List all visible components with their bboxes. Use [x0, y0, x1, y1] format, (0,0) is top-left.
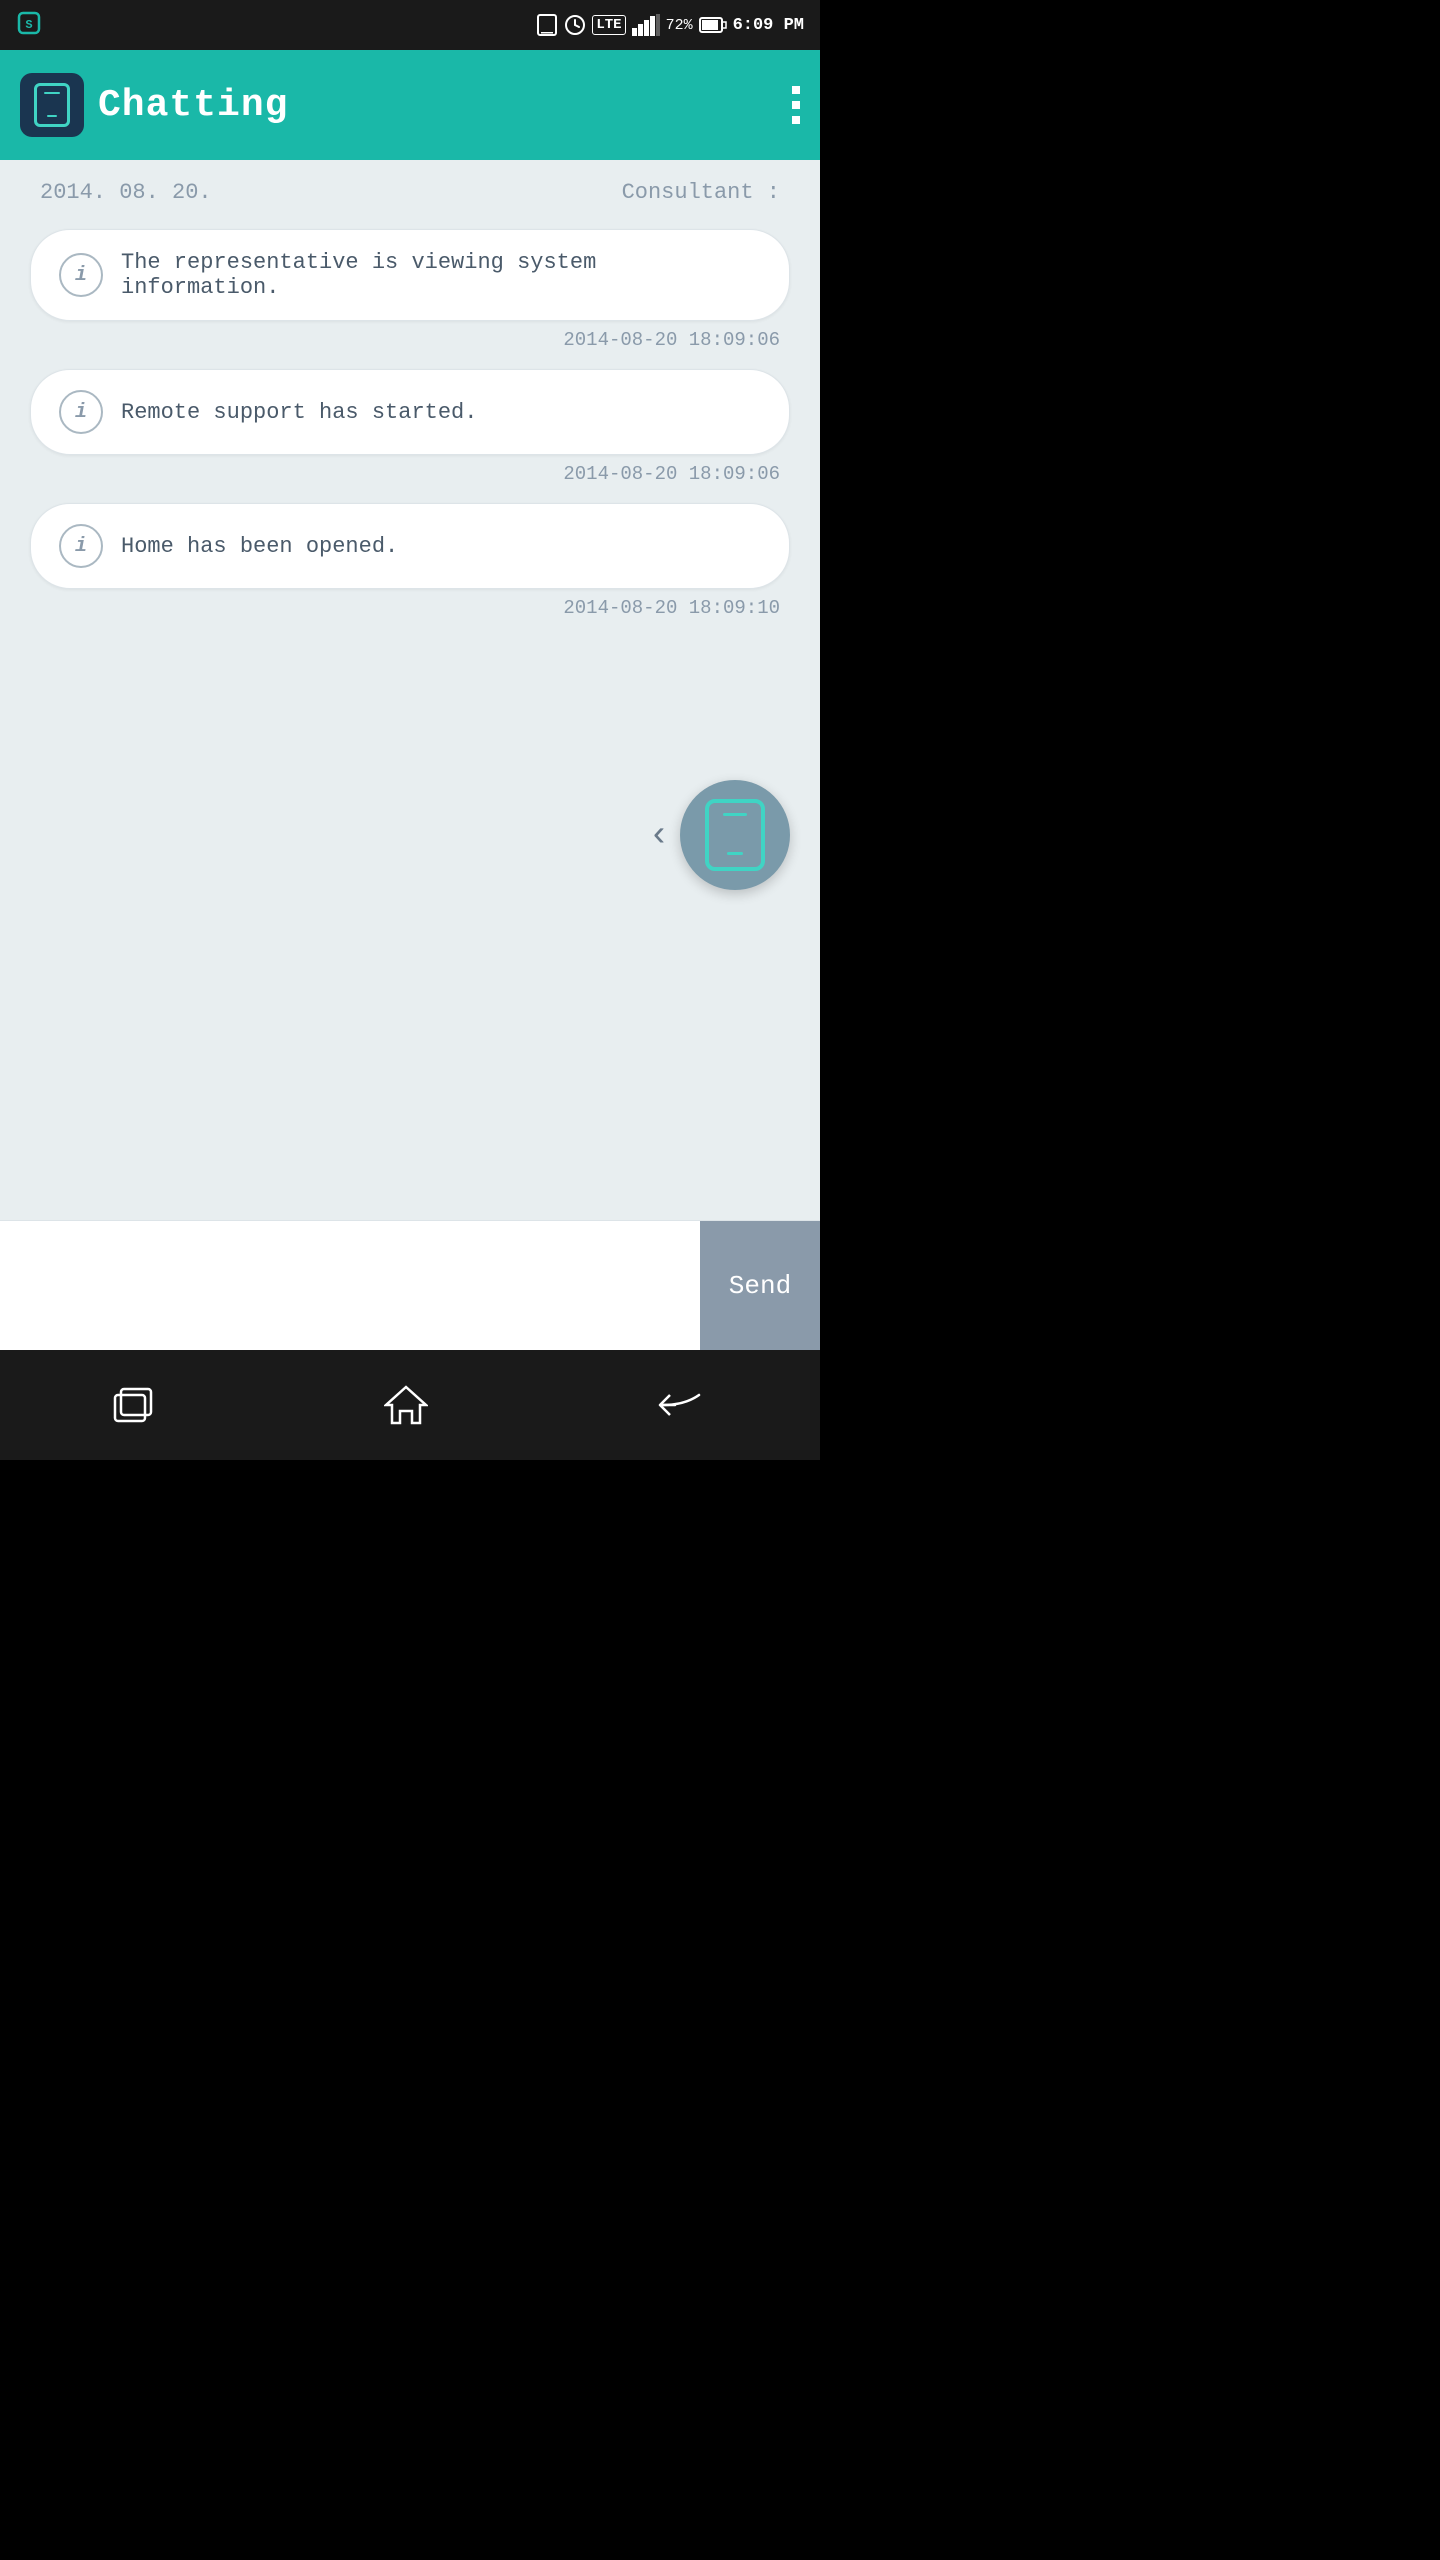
back-button[interactable]	[655, 1387, 707, 1423]
floating-action-area: ‹	[648, 780, 790, 890]
logo-phone-icon	[34, 83, 70, 127]
message-text-3: Home has been opened.	[121, 534, 398, 559]
recents-button[interactable]	[113, 1387, 157, 1423]
message-text-1: The representative is viewing system inf…	[121, 250, 761, 300]
chat-date-row: 2014. 08. 20. Consultant :	[30, 180, 790, 205]
app-logo	[20, 73, 84, 137]
clock-time: 6:09 PM	[733, 16, 804, 35]
timestamp-2: 2014-08-20 18:09:06	[30, 463, 790, 485]
message-item: i Remote support has started. 2014-08-20…	[30, 369, 790, 485]
timestamp-1: 2014-08-20 18:09:06	[30, 329, 790, 351]
chat-bubble-3: i Home has been opened.	[30, 503, 790, 589]
chat-date: 2014. 08. 20.	[40, 180, 212, 205]
lte-label: LTE	[592, 15, 625, 35]
info-icon-2: i	[59, 390, 103, 434]
message-text-2: Remote support has started.	[121, 400, 477, 425]
nav-bar	[0, 1350, 820, 1460]
message-item: i The representative is viewing system i…	[30, 229, 790, 351]
message-input[interactable]	[0, 1221, 700, 1350]
status-bar: S LTE 72% 6:09 PM	[0, 0, 820, 50]
timestamp-3: 2014-08-20 18:09:10	[30, 597, 790, 619]
info-icon-1: i	[59, 253, 103, 297]
home-button[interactable]	[384, 1383, 428, 1427]
app-header: Chatting	[0, 50, 820, 160]
info-icon-3: i	[59, 524, 103, 568]
status-icons: LTE 72% 6:09 PM	[536, 14, 804, 36]
send-button[interactable]: Send	[700, 1221, 820, 1350]
more-options-button[interactable]	[792, 86, 800, 124]
collapse-button[interactable]: ‹	[648, 815, 670, 856]
chat-bubble-2: i Remote support has started.	[30, 369, 790, 455]
chat-area: 2014. 08. 20. Consultant : i The represe…	[0, 160, 820, 1220]
consultant-label: Consultant :	[622, 180, 780, 205]
message-item: i Home has been opened. 2014-08-20 18:09…	[30, 503, 790, 619]
page-title: Chatting	[98, 84, 288, 127]
battery-percent: 72%	[666, 17, 693, 34]
input-area: Send	[0, 1220, 820, 1350]
fab-button[interactable]	[680, 780, 790, 890]
chat-bubble-1: i The representative is viewing system i…	[30, 229, 790, 321]
svg-text:S: S	[25, 18, 32, 32]
fab-logo-icon	[705, 799, 765, 871]
app-status-icon: S	[16, 10, 42, 41]
